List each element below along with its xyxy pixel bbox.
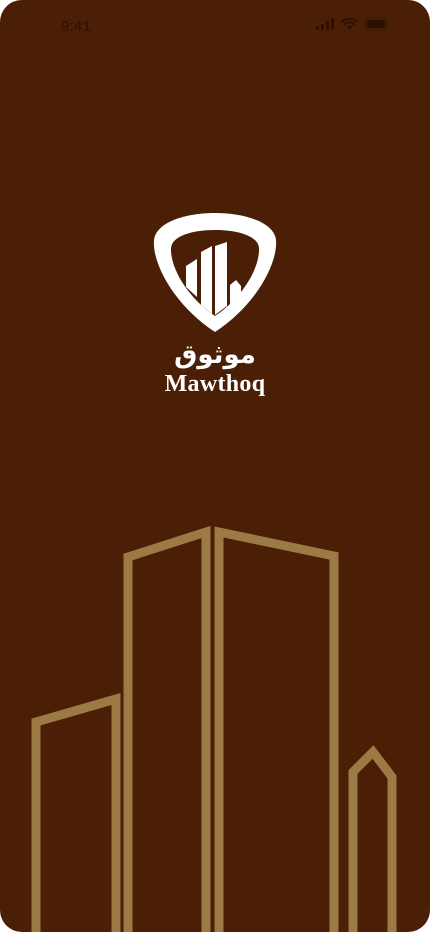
shield-buildings-icon [153, 213, 277, 332]
brand-lockup: موثوق Mawthoq [0, 210, 430, 398]
brand-name-arabic: موثوق [174, 340, 256, 370]
brand-name-latin: Mawthoq [164, 371, 266, 397]
splash-screen: 9:41 موثوق Mawthoq [0, 0, 430, 932]
skyline-outline-illustration [31, 525, 397, 932]
